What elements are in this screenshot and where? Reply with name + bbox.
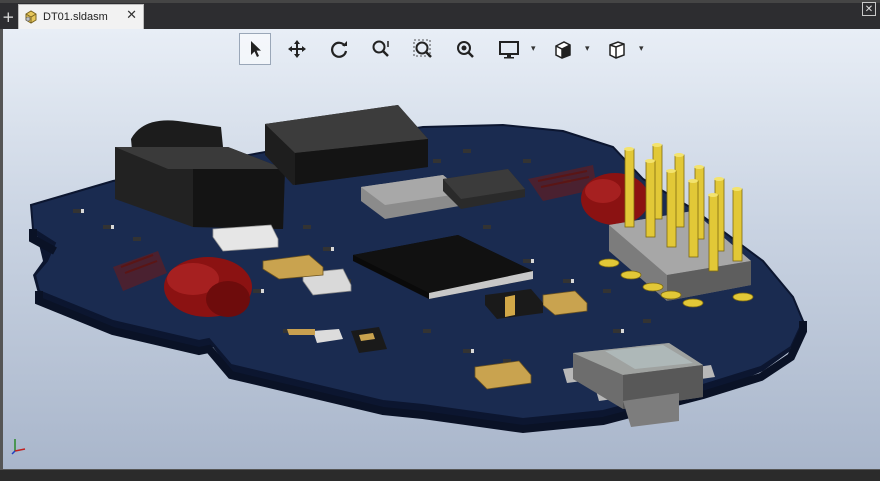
- section-view-tool[interactable]: [547, 33, 579, 65]
- zoom-area-icon: [413, 39, 432, 58]
- select-tool[interactable]: [239, 33, 271, 65]
- rotate-icon: [331, 41, 348, 58]
- zoom-tool[interactable]: [365, 33, 397, 65]
- display-style-dropdown-icon[interactable]: ▾: [531, 44, 536, 54]
- zoom-fit-icon: [457, 41, 474, 58]
- pcb-3d-model[interactable]: [3, 29, 880, 469]
- tab-bar-top-border: [0, 0, 880, 3]
- zoom-area-tool[interactable]: [407, 33, 439, 65]
- arrow-cursor-icon: [251, 41, 261, 57]
- bottom-toolbar: [0, 469, 880, 481]
- view-orientation-tool[interactable]: [601, 33, 633, 65]
- zoom-fit-tool[interactable]: [449, 33, 481, 65]
- view-orientation-dropdown-icon[interactable]: ▾: [639, 44, 644, 54]
- display-style-tool[interactable]: [493, 33, 525, 65]
- cube-view-icon: [609, 41, 625, 59]
- monitor-icon: [499, 41, 519, 59]
- reference-triad-icon: [11, 439, 26, 455]
- white-smd-component-1: [212, 224, 279, 252]
- section-view-dropdown-icon[interactable]: ▾: [585, 44, 590, 54]
- new-tab-button[interactable]: +: [2, 9, 15, 25]
- zoom-icon: [372, 40, 389, 57]
- section-view-icon: [555, 41, 571, 59]
- document-tab-label: DT01.sldasm: [43, 11, 108, 23]
- pan-tool[interactable]: [281, 33, 313, 65]
- tab-close-icon[interactable]: ✕: [126, 8, 137, 23]
- window-close-button[interactable]: ✕: [862, 2, 876, 16]
- move-arrows-icon: [288, 40, 306, 58]
- document-tab-bar: + DT01.sldasm ✕ ✕: [0, 0, 880, 30]
- 3d-viewport[interactable]: ▾ ▾ ▾: [0, 29, 880, 469]
- assembly-icon: [25, 10, 37, 24]
- rotate-tool[interactable]: [323, 33, 355, 65]
- document-tab[interactable]: DT01.sldasm ✕: [18, 4, 144, 29]
